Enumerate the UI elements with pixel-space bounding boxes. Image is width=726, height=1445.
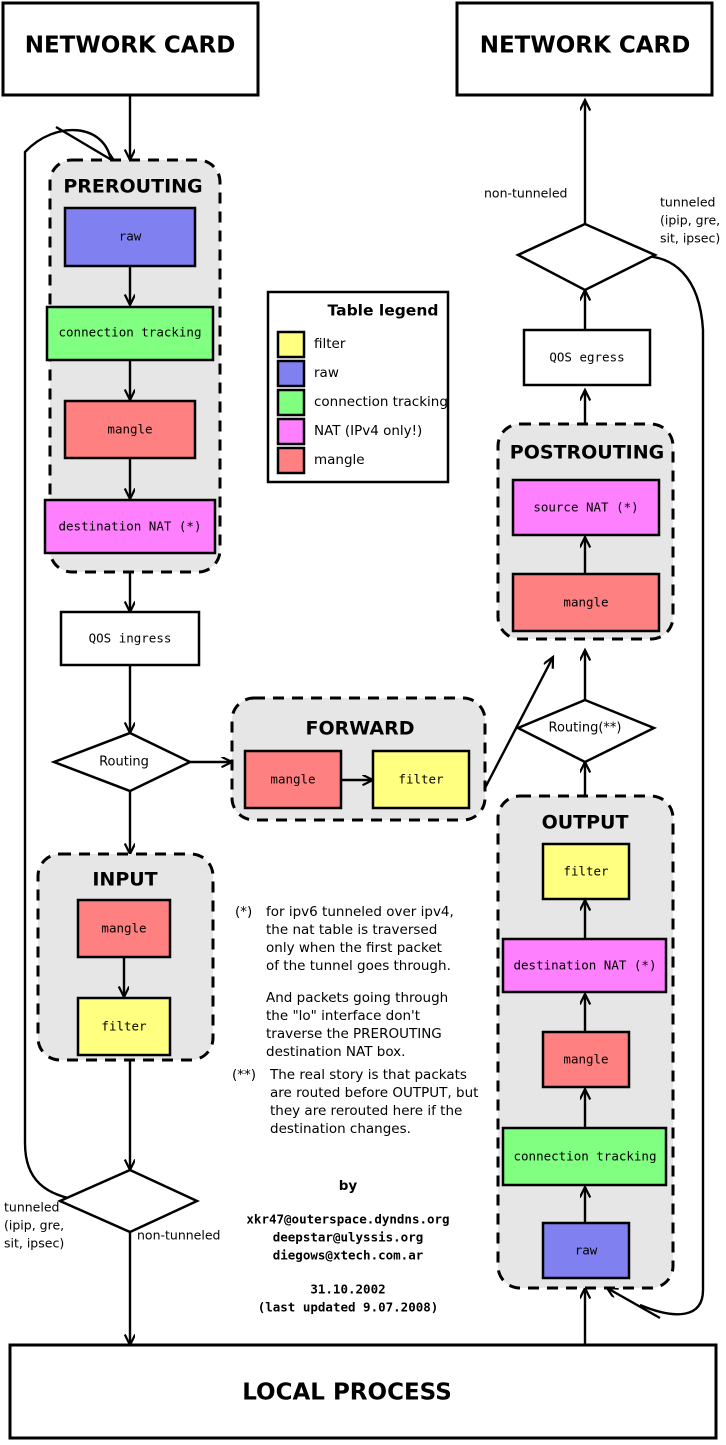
- credits-author-2: diegows@xtech.com.ar: [273, 1248, 424, 1263]
- label-bottom-tunneled: tunneled (ipip, gre, sit, ipsec): [4, 1200, 64, 1251]
- netfilter-packet-flow-diagram: NETWORK CARD NETWORK CARD PREROUTING raw…: [1, 1, 720, 1440]
- output-table-mangle-label: mangle: [563, 1052, 608, 1067]
- postrouting-table-mangle-label: mangle: [563, 595, 608, 610]
- qos-ingress-label: QOS ingress: [89, 631, 172, 646]
- note-star-marker: (*): [235, 904, 252, 920]
- postrouting-title: POSTROUTING: [510, 442, 664, 464]
- prerouting-table-conntrack-label: connection tracking: [59, 325, 202, 340]
- credits-date: 31.10.2002: [310, 1282, 385, 1297]
- note-star-line-6: the "lo" interface don't: [266, 1008, 420, 1024]
- chain-input: INPUT mangle filter: [36, 852, 215, 1062]
- note-star-line-2: only when the first packet: [266, 940, 442, 956]
- note-star-line-7: traverse the PREROUTING: [266, 1026, 442, 1042]
- note-star-line-1: the nat table is traversed: [266, 922, 437, 938]
- forward-table-filter-label: filter: [398, 772, 444, 787]
- note-doublestar-line-0: The real story is that packats: [269, 1067, 467, 1083]
- legend-label-conntrack: connection tracking: [314, 394, 448, 410]
- output-title: OUTPUT: [542, 812, 629, 834]
- bottom-tunneled-line3: sit, ipsec): [4, 1236, 64, 1251]
- input-table-filter-label: filter: [101, 1019, 147, 1034]
- note-double-star: (**) The real story is that packats are …: [232, 1067, 478, 1137]
- credits-by: by: [339, 1178, 358, 1194]
- tunnel-in-diamond[interactable]: [56, 1168, 200, 1234]
- chain-output: OUTPUT filter destination NAT (*) mangle…: [496, 794, 675, 1290]
- top-non-tunneled-label: non-tunneled: [484, 186, 567, 201]
- note-single-star: (*) for ipv6 tunneled over ipv4, the nat…: [235, 904, 454, 1060]
- note-star-line-0: for ipv6 tunneled over ipv4,: [266, 904, 454, 920]
- legend-swatch-conntrack: [276, 388, 306, 417]
- network-card-out: NETWORK CARD: [455, 1, 714, 97]
- input-table-mangle-label: mangle: [101, 921, 146, 936]
- note-star-line-3: of the tunnel goes through.: [266, 958, 451, 974]
- note-star-line-8: destination NAT box.: [266, 1044, 405, 1060]
- network-card-in-label: NETWORK CARD: [25, 33, 236, 59]
- edge-tunneled-loopback-right-arrowhead: [607, 1288, 661, 1320]
- chain-forward: FORWARD mangle filter: [230, 696, 487, 822]
- credits-updated: (last updated 9.07.2008): [258, 1300, 439, 1315]
- legend-swatch-raw: [276, 359, 306, 388]
- decision-routing-in: Routing: [50, 731, 193, 793]
- prerouting-table-raw-label: raw: [119, 229, 142, 244]
- local-process-label: LOCAL PROCESS: [242, 1380, 452, 1406]
- legend-label-raw: raw: [314, 365, 339, 381]
- legend-title: Table legend: [328, 302, 439, 320]
- routing-out-label: Routing(**): [549, 721, 622, 736]
- forward-table-mangle-label: mangle: [270, 772, 315, 787]
- legend-swatch-filter: [276, 330, 306, 359]
- bottom-tunneled-line2: (ipip, gre,: [4, 1218, 64, 1233]
- forward-title: FORWARD: [306, 718, 415, 740]
- qos-egress-label: QOS egress: [549, 350, 624, 365]
- prerouting-table-mangle-label: mangle: [107, 422, 152, 437]
- tunnel-out-diamond[interactable]: [515, 222, 658, 292]
- top-tunneled-line1: tunneled: [660, 195, 715, 210]
- top-tunneled-line3: sit, ipsec): [660, 231, 720, 246]
- legend-label-mangle: mangle: [314, 452, 365, 468]
- legend-label-nat: NAT (IPv4 only!): [314, 423, 422, 439]
- routing-in-label: Routing: [99, 755, 149, 770]
- chain-postrouting: POSTROUTING source NAT (*) mangle: [496, 422, 675, 641]
- credits-author-1: deepstar@ulyssis.org: [273, 1230, 424, 1245]
- postrouting-table-snat-label: source NAT (*): [533, 500, 638, 515]
- decision-tunnel-out: [515, 222, 658, 292]
- top-tunneled-line2: (ipip, gre,: [660, 213, 720, 228]
- output-table-dnat-label: destination NAT (*): [514, 958, 657, 973]
- decision-tunnel-in: [56, 1168, 200, 1234]
- legend-label-filter: filter: [314, 336, 346, 352]
- network-card-in: NETWORK CARD: [1, 1, 260, 97]
- chain-prerouting: PREROUTING raw connection tracking mangl…: [43, 158, 222, 574]
- bottom-non-tunneled-label: non-tunneled: [137, 1228, 220, 1243]
- legend-swatch-nat: [276, 417, 306, 446]
- output-table-conntrack-label: connection tracking: [514, 1149, 657, 1164]
- legend-swatch-mangle: [276, 446, 306, 475]
- note-star-line-5: And packets going through: [266, 990, 448, 1006]
- note-doublestar-line-1: are routed before OUTPUT, but: [270, 1085, 478, 1101]
- credits: by xkr47@outerspace.dyndns.org deepstar@…: [246, 1178, 449, 1315]
- network-card-out-label: NETWORK CARD: [480, 33, 691, 59]
- decision-routing-out: Routing(**): [515, 698, 658, 764]
- output-table-raw-label: raw: [575, 1243, 598, 1258]
- label-top-tunneled: tunneled (ipip, gre, sit, ipsec): [660, 195, 720, 246]
- note-doublestar-line-2: they are rerouted here if the: [270, 1103, 462, 1119]
- local-process: LOCAL PROCESS: [8, 1343, 718, 1440]
- qos-egress: QOS egress: [522, 328, 652, 387]
- note-doublestar-line-3: destination changes.: [270, 1121, 411, 1137]
- note-doublestar-marker: (**): [232, 1067, 256, 1083]
- input-title: INPUT: [92, 869, 157, 891]
- prerouting-title: PREROUTING: [63, 176, 202, 198]
- credits-author-0: xkr47@outerspace.dyndns.org: [246, 1212, 449, 1227]
- table-legend: Table legend filter raw connection track…: [266, 290, 450, 484]
- prerouting-table-dnat-label: destination NAT (*): [59, 519, 202, 534]
- qos-ingress: QOS ingress: [59, 610, 201, 667]
- bottom-tunneled-line1: tunneled: [4, 1200, 59, 1215]
- output-table-filter-label: filter: [563, 864, 609, 879]
